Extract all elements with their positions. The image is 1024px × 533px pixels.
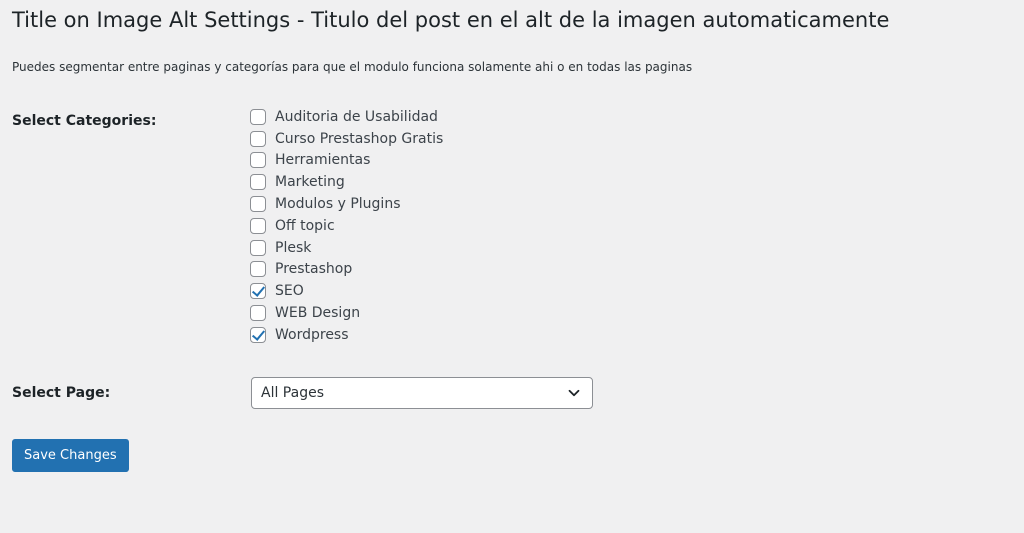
category-label[interactable]: Off topic <box>275 216 335 236</box>
category-item[interactable]: Wordpress <box>250 324 443 346</box>
category-item[interactable]: Curso Prestashop Gratis <box>250 128 443 150</box>
category-label[interactable]: Modulos y Plugins <box>275 194 401 214</box>
category-label[interactable]: WEB Design <box>275 303 360 323</box>
category-item[interactable]: SEO <box>250 280 443 302</box>
category-item[interactable]: Plesk <box>250 237 443 259</box>
category-checkbox-list: Auditoria de Usabilidad Curso Prestashop… <box>250 106 443 346</box>
save-changes-button[interactable]: Save Changes <box>12 439 129 472</box>
category-item[interactable]: Auditoria de Usabilidad <box>250 106 443 128</box>
page-select[interactable]: All Pages <box>251 377 593 409</box>
category-label[interactable]: Curso Prestashop Gratis <box>275 129 443 149</box>
page-title: Title on Image Alt Settings - Titulo del… <box>12 8 890 32</box>
category-checkbox[interactable] <box>250 217 266 234</box>
category-checkbox[interactable] <box>250 283 266 300</box>
page-select-label: Select Page: <box>12 385 111 401</box>
category-checkbox[interactable] <box>250 174 266 191</box>
category-checkbox[interactable] <box>250 261 266 278</box>
category-label[interactable]: SEO <box>275 281 304 301</box>
category-checkbox[interactable] <box>250 152 266 169</box>
chevron-down-icon[interactable] <box>566 385 582 401</box>
category-item[interactable]: Prestashop <box>250 259 443 281</box>
category-label[interactable]: Marketing <box>275 172 345 192</box>
category-item[interactable]: Marketing <box>250 171 443 193</box>
category-item[interactable]: Off topic <box>250 215 443 237</box>
category-label[interactable]: Herramientas <box>275 150 370 170</box>
category-checkbox[interactable] <box>250 108 266 125</box>
category-checkbox[interactable] <box>250 239 266 256</box>
categories-label: Select Categories: <box>12 113 157 129</box>
page-select-value[interactable]: All Pages <box>252 385 566 401</box>
category-checkbox[interactable] <box>250 326 266 343</box>
category-item[interactable]: Modulos y Plugins <box>250 193 443 215</box>
category-item[interactable]: WEB Design <box>250 302 443 324</box>
category-label[interactable]: Wordpress <box>275 325 349 345</box>
category-checkbox[interactable] <box>250 196 266 213</box>
category-label[interactable]: Auditoria de Usabilidad <box>275 107 438 127</box>
category-label[interactable]: Plesk <box>275 238 311 258</box>
category-checkbox[interactable] <box>250 305 266 322</box>
page-description: Puedes segmentar entre paginas y categor… <box>12 60 693 74</box>
category-label[interactable]: Prestashop <box>275 259 352 279</box>
category-item[interactable]: Herramientas <box>250 150 443 172</box>
category-checkbox[interactable] <box>250 130 266 147</box>
